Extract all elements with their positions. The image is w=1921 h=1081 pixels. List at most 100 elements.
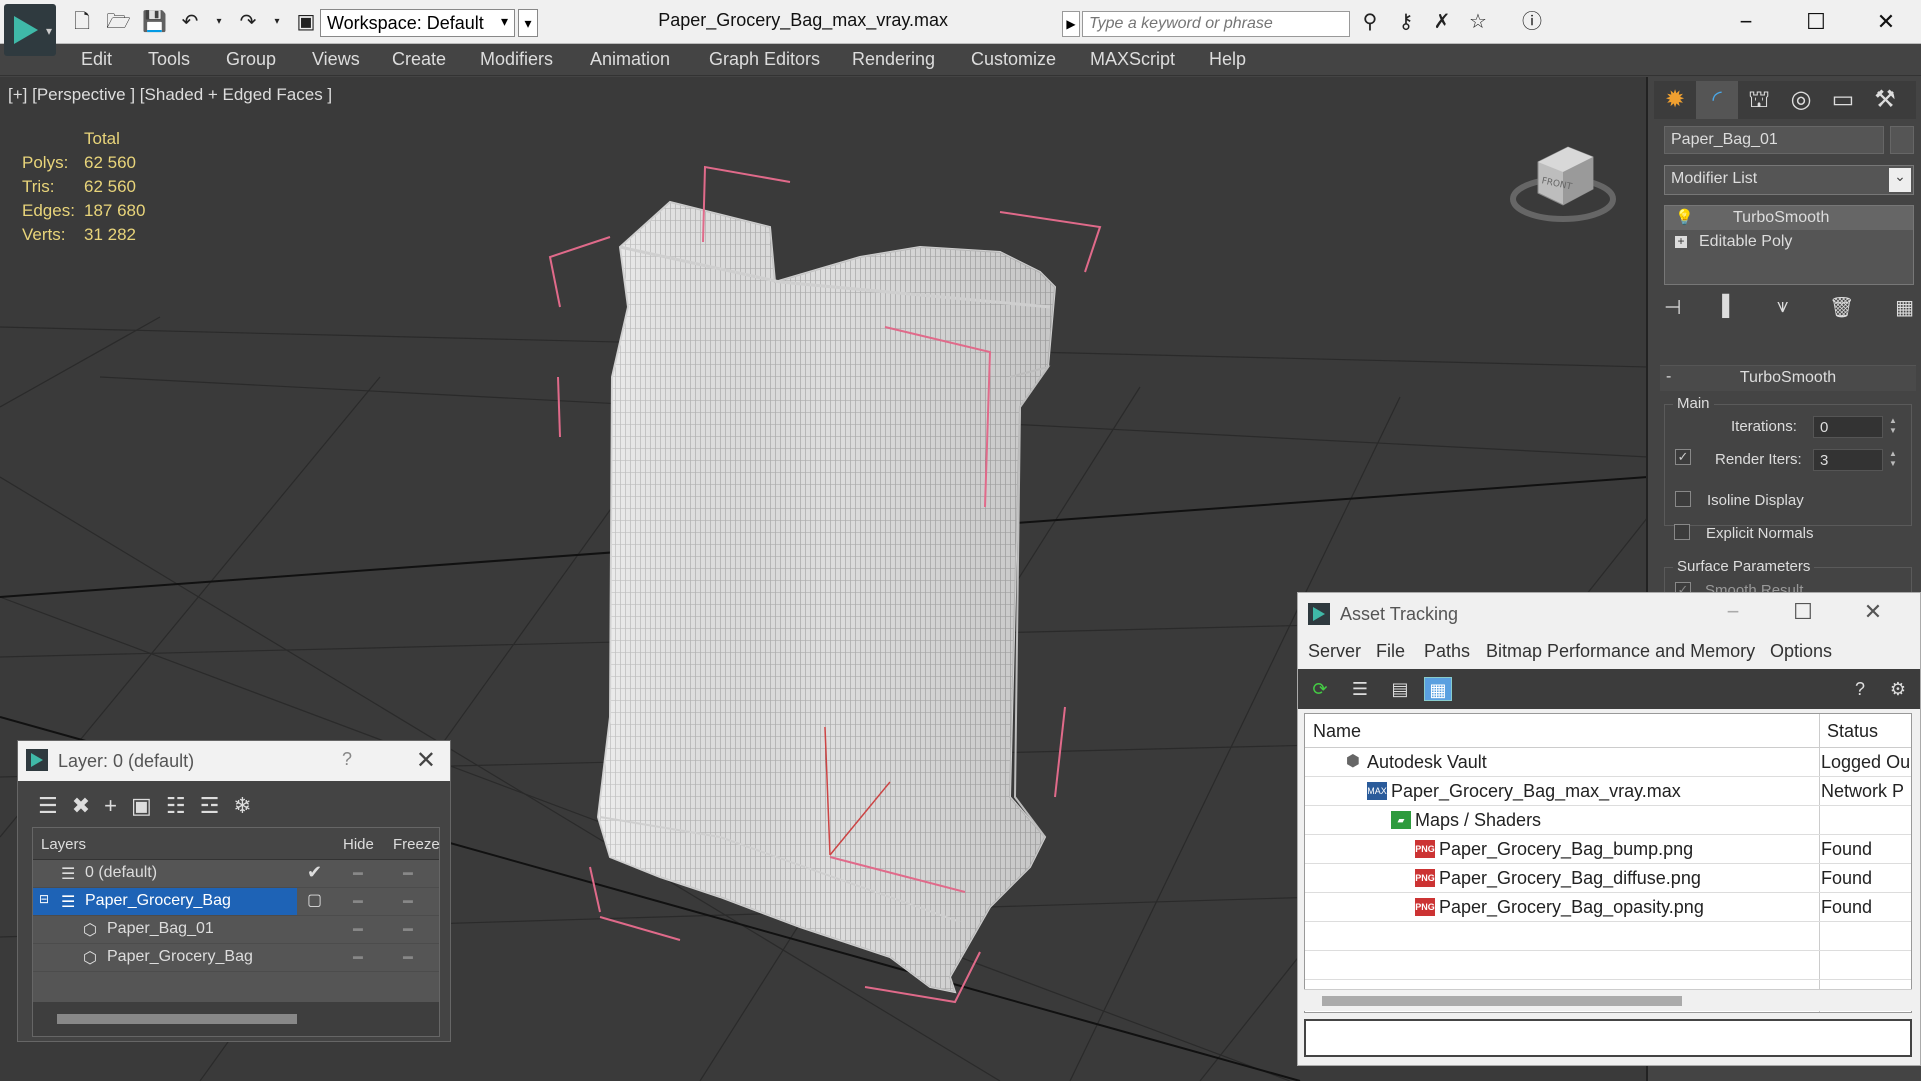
isoline-display-checkbox[interactable] [1675, 491, 1691, 507]
detail-view-icon[interactable]: ▤ [1386, 677, 1414, 701]
select-objects-icon[interactable]: ▣ [131, 793, 152, 819]
search-input[interactable] [1082, 11, 1350, 37]
menu-create[interactable]: Create [392, 49, 446, 70]
close-icon[interactable]: ✕ [416, 746, 436, 775]
menu-server[interactable]: Server [1308, 641, 1361, 662]
col-freeze[interactable]: Freeze [393, 836, 440, 853]
viewport-label-menu[interactable]: [+] [Perspective ] [Shaded + Edged Faces… [8, 85, 332, 105]
col-status[interactable]: Status [1827, 721, 1878, 742]
create-layer-icon[interactable]: ☰ [38, 793, 58, 819]
key-icon[interactable]: ⚷ [1394, 10, 1418, 34]
asset-row-bump[interactable]: PNG Paper_Grocery_Bag_bump.png Found [1305, 835, 1911, 864]
col-layers[interactable]: Layers [41, 836, 86, 853]
set-active-layer-icon[interactable]: ▢ [307, 890, 322, 910]
menu-customize[interactable]: Customize [971, 49, 1056, 70]
scrollbar-thumb[interactable] [1322, 996, 1682, 1006]
freeze-toggle[interactable]: ━ [403, 920, 423, 940]
horizontal-scrollbar[interactable] [1304, 989, 1912, 1011]
menu-tools[interactable]: Tools [148, 49, 190, 70]
asset-row-maps[interactable]: ▰ Maps / Shaders [1305, 806, 1911, 835]
close-icon[interactable]: ✕ [1838, 599, 1908, 625]
modifier-turbosmooth[interactable]: 💡 TurboSmooth [1665, 206, 1913, 230]
binoculars-icon[interactable]: ⚲ [1358, 10, 1382, 34]
list-view-icon[interactable]: ☰ [1346, 677, 1374, 701]
help-button[interactable]: ? [342, 749, 352, 770]
modify-tab-icon[interactable]: ◜ [1696, 81, 1738, 119]
modifier-editable-poly[interactable]: + Editable Poly [1665, 230, 1913, 254]
highlight-layer-icon[interactable]: ☷ [166, 793, 186, 819]
freeze-toggle[interactable]: ━ [403, 948, 423, 968]
search-expand-icon[interactable]: ▶ [1062, 11, 1080, 37]
render-iters-spinner[interactable]: 3 [1813, 449, 1883, 471]
render-iters-checkbox[interactable]: ✓ [1675, 449, 1691, 465]
layer-dialog-titlebar[interactable]: Layer: 0 (default) ? ✕ [18, 741, 450, 781]
favorites-star-icon[interactable]: ☆ [1466, 10, 1490, 34]
show-end-result-icon[interactable]: ▌ [1722, 295, 1736, 320]
menu-help[interactable]: Help [1209, 49, 1246, 70]
object-name-field[interactable] [1664, 126, 1884, 154]
menu-edit[interactable]: Edit [81, 49, 112, 70]
asset-row-max-file[interactable]: MAX Paper_Grocery_Bag_max_vray.max Netwo… [1305, 777, 1911, 806]
asset-row-opasity[interactable]: PNG Paper_Grocery_Bag_opasity.png Found [1305, 893, 1911, 922]
menu-maxscript[interactable]: MAXScript [1090, 49, 1175, 70]
freeze-toggle[interactable]: ━ [403, 864, 423, 884]
app-logo-menu-button[interactable] [4, 4, 56, 56]
menu-paths[interactable]: Paths [1424, 641, 1470, 662]
layer-row-paper-grocery-bag[interactable]: ⊟ ☰ Paper_Grocery_Bag ▢ ━ ━ [33, 888, 439, 916]
hide-toggle[interactable]: ━ [353, 892, 373, 912]
maximize-icon[interactable]: ☐ [1768, 599, 1838, 625]
menu-graph-editors[interactable]: Graph Editors [709, 49, 820, 70]
menu-modifiers[interactable]: Modifiers [480, 49, 553, 70]
delete-layer-icon[interactable]: ✖ [72, 793, 90, 819]
help-icon[interactable]: ⓘ [1520, 10, 1544, 34]
communication-icon[interactable]: ✗ [1430, 10, 1454, 34]
add-to-layer-icon[interactable]: + [104, 793, 117, 819]
expand-plus-icon[interactable]: + [1675, 235, 1687, 248]
object-color-swatch[interactable] [1890, 126, 1914, 154]
menu-group[interactable]: Group [226, 49, 276, 70]
asset-dialog-titlebar[interactable]: Asset Tracking − ☐ ✕ [1298, 593, 1920, 635]
menu-animation[interactable]: Animation [590, 49, 670, 70]
utilities-tab-icon[interactable]: ⚒ [1864, 81, 1906, 119]
refresh-icon[interactable]: ⟳ [1306, 677, 1334, 701]
display-tab-icon[interactable]: ▭ [1822, 81, 1864, 119]
modifier-list-dropdown[interactable]: Modifier List [1664, 165, 1914, 195]
asset-path-field[interactable] [1304, 1019, 1912, 1057]
help-context-icon[interactable]: ⚙ [1884, 677, 1912, 701]
close-icon[interactable]: ✕ [1851, 6, 1921, 38]
help-icon[interactable]: ? [1846, 677, 1874, 701]
lightbulb-icon[interactable]: 💡 [1675, 208, 1694, 226]
freeze-toggle[interactable]: ━ [403, 892, 423, 912]
hide-toggle[interactable]: ━ [353, 920, 373, 940]
configure-sets-icon[interactable]: ▦ [1895, 295, 1914, 320]
collapse-minus-icon[interactable]: ⊟ [39, 892, 49, 906]
asset-row-vault[interactable]: ⬢ Autodesk Vault Logged Ou [1305, 748, 1911, 777]
hide-toggle[interactable]: ━ [353, 948, 373, 968]
col-hide[interactable]: Hide [343, 836, 374, 853]
menu-file[interactable]: File [1376, 641, 1405, 662]
menu-options[interactable]: Options [1770, 641, 1832, 662]
create-tab-icon[interactable]: ✹ [1654, 81, 1696, 119]
pin-stack-icon[interactable]: ⊣ [1664, 295, 1681, 320]
layer-row-default[interactable]: ☰ 0 (default) ✔ ━ ━ [33, 860, 439, 888]
menu-rendering[interactable]: Rendering [852, 49, 935, 70]
iterations-spinner-arrows[interactable]: ▲ ▼ [1887, 416, 1899, 438]
remove-modifier-icon[interactable]: 🗑 [1829, 295, 1854, 320]
explicit-normals-checkbox[interactable] [1674, 524, 1690, 540]
menu-views[interactable]: Views [312, 49, 360, 70]
hide-all-icon[interactable]: ☲ [200, 793, 220, 819]
freeze-all-icon[interactable]: ❄ [233, 793, 251, 819]
active-layer-check-icon[interactable]: ✔ [307, 862, 322, 883]
turbosmooth-rollout-header[interactable]: - TurboSmooth [1660, 365, 1916, 391]
motion-tab-icon[interactable]: ◎ [1780, 81, 1822, 119]
menu-bitmap-performance[interactable]: Bitmap Performance and Memory [1486, 641, 1755, 662]
render-iters-spinner-arrows[interactable]: ▲ ▼ [1887, 449, 1899, 471]
minimize-icon[interactable]: − [1711, 6, 1781, 38]
layer-object-row[interactable]: ⬡ Paper_Bag_01 ━ ━ [33, 916, 439, 944]
hide-toggle[interactable]: ━ [353, 864, 373, 884]
horizontal-scrollbar[interactable] [57, 1014, 297, 1024]
iterations-spinner[interactable]: 0 [1813, 416, 1883, 438]
make-unique-icon[interactable]: ⩛ [1777, 295, 1788, 320]
table-view-icon[interactable]: ▦ [1424, 677, 1452, 701]
asset-row-diffuse[interactable]: PNG Paper_Grocery_Bag_diffuse.png Found [1305, 864, 1911, 893]
